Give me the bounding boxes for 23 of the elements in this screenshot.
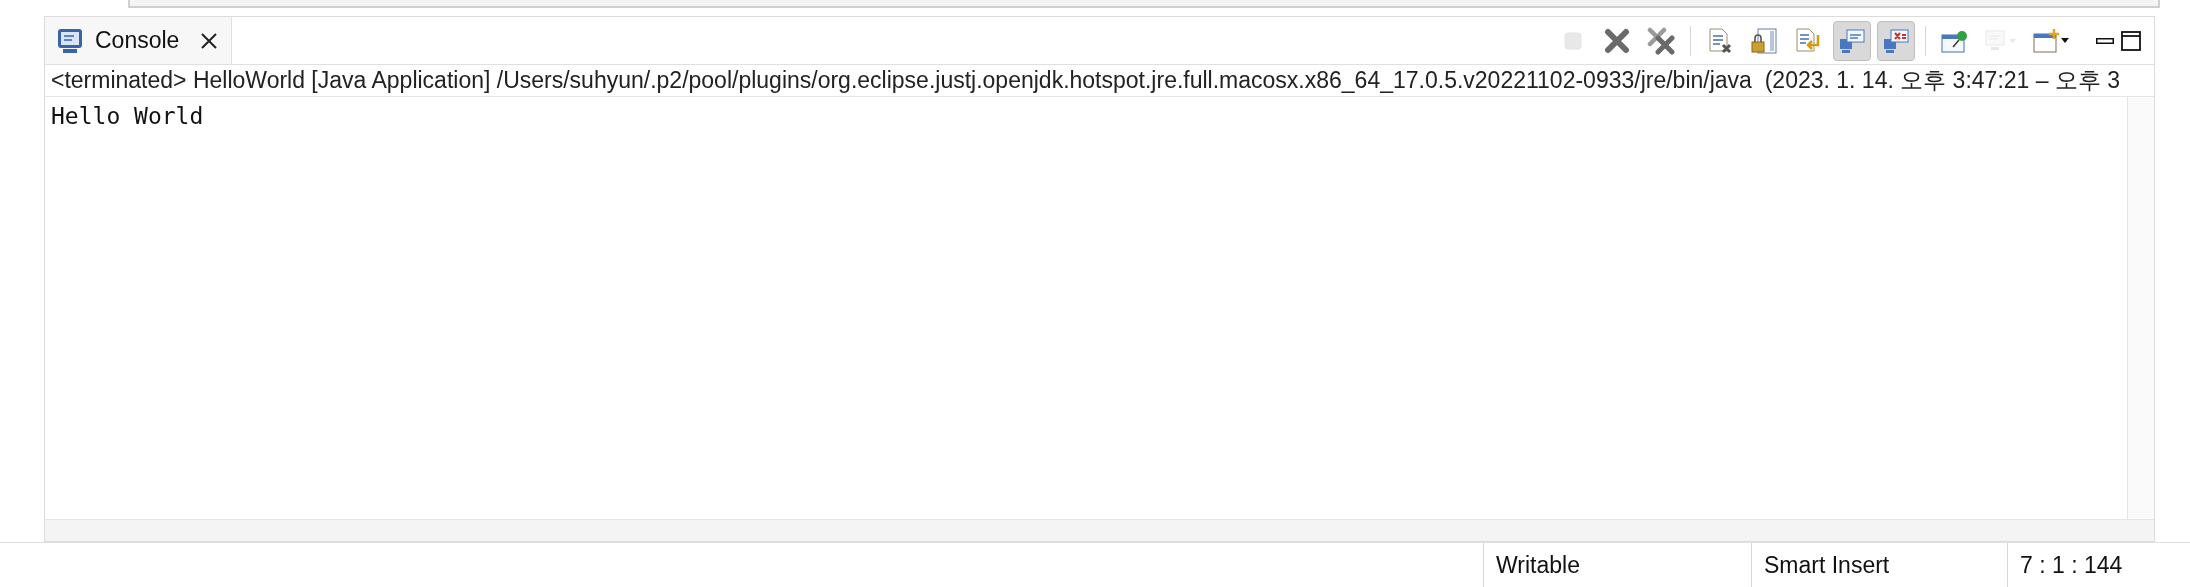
document-clear-icon — [1706, 26, 1734, 55]
close-icon[interactable] — [199, 30, 220, 51]
stop-icon — [1563, 30, 1583, 51]
status-text: Smart Insert — [1764, 550, 1890, 580]
minimize-icon[interactable] — [2096, 37, 2114, 44]
wrap-icon — [1794, 26, 1822, 55]
maximize-icon[interactable] — [2120, 29, 2142, 52]
double-close-icon — [1647, 26, 1675, 55]
toolbar-button[interactable] — [1877, 20, 1915, 61]
tab-label: Console — [95, 26, 180, 56]
console-output-line: Hello World — [51, 102, 205, 131]
lock-icon — [1750, 26, 1778, 55]
horizontal-scrollbar[interactable] — [45, 519, 2154, 541]
monitor-error-icon — [1882, 26, 1910, 55]
toolbar-button[interactable] — [1833, 20, 1871, 61]
status-text: 7 : 1 : 144 — [2020, 550, 2123, 580]
close-icon — [1604, 27, 1630, 54]
new-window-dropdown-icon — [2032, 26, 2070, 55]
process-description: <terminated> HelloWorld [Java Application] /Users/suhyun/.p2/pool/plugins/org.eclipse.justj.openjdk.hotspot.jre.full.macosx.x86_64_17.0.5.v20221102-0933/jre/bin/java (2023. 1. 14. 오후 3:47:21 – 오후 3 — [51, 66, 2121, 96]
vertical-scrollbar[interactable] — [2128, 97, 2154, 519]
monitor-icon — [57, 27, 83, 54]
monitor-icon — [1838, 26, 1866, 55]
status-text: Writable — [1496, 550, 1580, 580]
